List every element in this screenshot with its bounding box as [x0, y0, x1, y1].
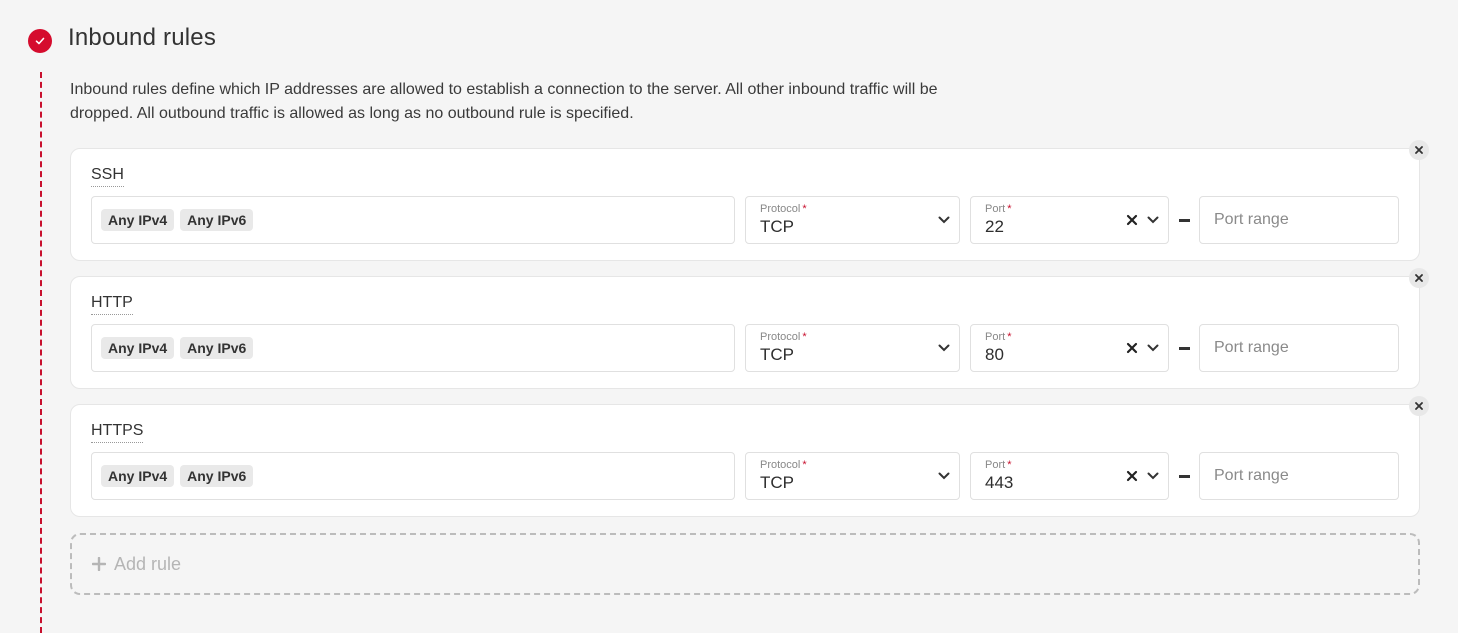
chevron-down-icon[interactable] — [937, 469, 951, 483]
clear-icon[interactable] — [1124, 212, 1140, 228]
port-label: Port — [985, 203, 1006, 215]
rule-card-ssh: SSH Any IPv4 Any IPv6 Protocol * TCP Port… — [70, 140, 1429, 261]
port-label: Port — [985, 331, 1006, 343]
required-marker: * — [802, 203, 807, 215]
protocol-select[interactable]: Protocol * TCP — [745, 452, 960, 500]
protocol-label: Protocol — [760, 459, 801, 471]
port-select[interactable]: Port * 80 — [970, 324, 1169, 372]
required-marker: * — [1007, 203, 1012, 215]
chevron-down-icon[interactable] — [937, 341, 951, 355]
remove-rule-button[interactable] — [1409, 268, 1429, 288]
section-description: Inbound rules define which IP addresses … — [70, 81, 938, 122]
port-range-input[interactable] — [1199, 324, 1399, 372]
rule-card-http: HTTP Any IPv4 Any IPv6 Protocol * TCP Por… — [70, 268, 1429, 389]
protocol-label: Protocol — [760, 331, 801, 343]
port-label: Port — [985, 459, 1006, 471]
protocol-value: TCP — [760, 473, 794, 492]
port-value: 80 — [985, 345, 1004, 364]
rule-name[interactable]: HTTP — [91, 293, 133, 315]
plus-icon — [92, 557, 106, 571]
required-marker: * — [802, 459, 807, 471]
clear-icon[interactable] — [1124, 468, 1140, 484]
protocol-value: TCP — [760, 217, 794, 236]
required-marker: * — [1007, 459, 1012, 471]
chevron-down-icon[interactable] — [1146, 213, 1160, 227]
close-icon — [1415, 146, 1423, 154]
sources-input[interactable]: Any IPv4 Any IPv6 — [91, 324, 735, 372]
protocol-select[interactable]: Protocol * TCP — [745, 324, 960, 372]
add-rule-button[interactable]: Add rule — [70, 533, 1420, 595]
source-tag[interactable]: Any IPv4 — [101, 209, 175, 231]
source-tag[interactable]: Any IPv4 — [101, 465, 175, 487]
source-tag[interactable]: Any IPv4 — [101, 337, 175, 359]
required-marker: * — [1007, 331, 1012, 343]
rule-name[interactable]: HTTPS — [91, 421, 144, 443]
section-title: Inbound rules — [68, 24, 217, 51]
close-icon — [1415, 274, 1423, 282]
source-tag[interactable]: Any IPv6 — [180, 465, 254, 487]
rule-name[interactable]: SSH — [91, 165, 124, 187]
check-circle-icon — [28, 29, 52, 53]
inbound-rules-section: Inbound rules Inbound rules define which… — [0, 0, 1458, 633]
chevron-down-icon[interactable] — [1146, 469, 1160, 483]
sources-input[interactable]: Any IPv4 Any IPv6 — [91, 452, 735, 500]
range-separator — [1179, 347, 1190, 350]
port-value: 22 — [985, 217, 1004, 236]
port-select[interactable]: Port * 443 — [970, 452, 1169, 500]
protocol-select[interactable]: Protocol * TCP — [745, 196, 960, 244]
rule-card-https: HTTPS Any IPv4 Any IPv6 Protocol * TCP Po… — [70, 396, 1429, 517]
sources-input[interactable]: Any IPv4 Any IPv6 — [91, 196, 735, 244]
protocol-label: Protocol — [760, 203, 801, 215]
remove-rule-button[interactable] — [1409, 396, 1429, 416]
required-marker: * — [802, 331, 807, 343]
step-connector-line — [40, 72, 42, 633]
clear-icon[interactable] — [1124, 340, 1140, 356]
range-separator — [1179, 475, 1190, 478]
chevron-down-icon[interactable] — [937, 213, 951, 227]
port-value: 443 — [985, 473, 1014, 492]
add-rule-label: Add rule — [114, 553, 182, 574]
protocol-value: TCP — [760, 345, 794, 364]
port-range-input[interactable] — [1199, 196, 1399, 244]
range-separator — [1179, 219, 1190, 222]
close-icon — [1415, 402, 1423, 410]
chevron-down-icon[interactable] — [1146, 341, 1160, 355]
source-tag[interactable]: Any IPv6 — [180, 337, 254, 359]
port-range-input[interactable] — [1199, 452, 1399, 500]
port-select[interactable]: Port * 22 — [970, 196, 1169, 244]
source-tag[interactable]: Any IPv6 — [180, 209, 254, 231]
remove-rule-button[interactable] — [1409, 140, 1429, 160]
